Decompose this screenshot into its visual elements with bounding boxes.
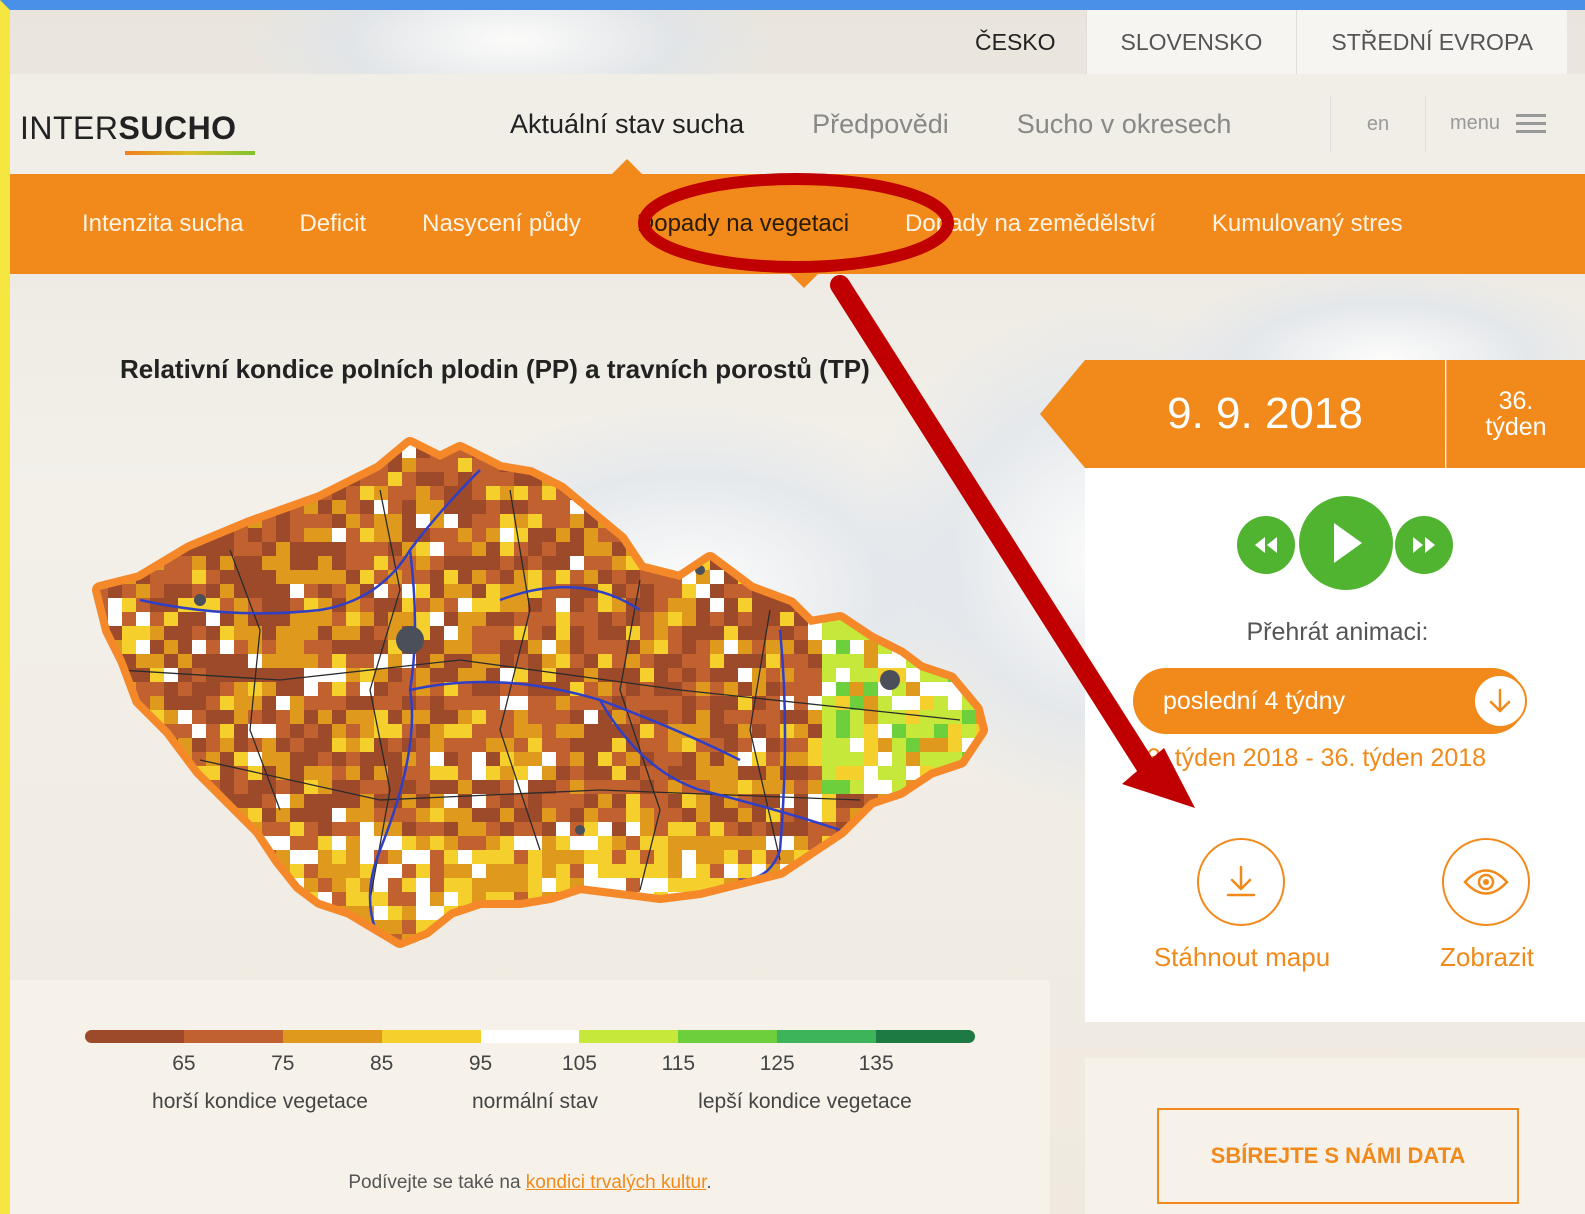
- legend-panel: 65 75 85 95 105 115 125 135 horší kondice veget…: [10, 980, 1050, 1214]
- legend-tick-label: 65: [172, 1052, 196, 1075]
- collect-data-button[interactable]: SBÍREJTE S NÁMI DATA: [1157, 1108, 1519, 1204]
- menu-label: menu: [1450, 112, 1501, 134]
- subnav-deficit[interactable]: Deficit: [299, 210, 366, 238]
- legend-color-segment: [183, 1030, 283, 1043]
- legend-color-segment: [876, 1030, 975, 1043]
- legend-tick-label: 135: [858, 1052, 894, 1075]
- legend-tick-label: 85: [369, 1052, 394, 1075]
- view-map-label[interactable]: Zobrazit: [1440, 942, 1534, 973]
- nav-predpovedi[interactable]: Předpovědi: [812, 109, 949, 140]
- nav-sucho-v-okresech[interactable]: Sucho v okresech: [1017, 109, 1232, 140]
- eye-icon: [1463, 869, 1509, 895]
- legend-color-segment: [480, 1030, 580, 1043]
- week-badge: 36. týden: [1446, 360, 1585, 468]
- intersucho-logo[interactable]: INTERSUCHO: [20, 110, 255, 155]
- legend-color-segment: [777, 1030, 877, 1043]
- collect-data-panel: SBÍREJTE S NÁMI DATA: [1085, 1058, 1585, 1214]
- current-date: 9. 9. 2018: [1085, 360, 1445, 468]
- language-switch[interactable]: en: [1330, 96, 1426, 152]
- tab-cesko[interactable]: ČESKO: [945, 10, 1086, 74]
- download-icon: [1226, 865, 1256, 897]
- menu-button[interactable]: menu: [1450, 109, 1547, 138]
- browser-viewport: ČESKO SLOVENSKO STŘEDNÍ EVROPA INTERSUCH…: [0, 0, 1585, 1214]
- subnav-active-caret: [790, 274, 818, 288]
- subnav-intenzita-sucha[interactable]: Intenzita sucha: [82, 210, 243, 238]
- map-cells: [100, 445, 980, 940]
- fast-forward-icon: [1413, 537, 1435, 553]
- legend-color-segment: [678, 1030, 778, 1043]
- download-map-button[interactable]: [1197, 838, 1285, 926]
- hamburger-icon: [1516, 109, 1547, 138]
- legend-color-segment: [381, 1030, 481, 1043]
- logo-text-sucho: SUCHO: [118, 110, 237, 146]
- tab-slovensko[interactable]: SLOVENSKO: [1085, 10, 1297, 74]
- see-also-line: Podívejte se také na kondici trvalých ku…: [10, 1172, 1050, 1194]
- tab-stredni-evropa[interactable]: STŘEDNÍ EVROPA: [1296, 10, 1567, 74]
- site-header: INTERSUCHO Aktuální stav sucha Předpověd…: [10, 74, 1585, 175]
- animation-period-select[interactable]: poslední 4 týdny: [1133, 668, 1527, 734]
- subnav-dopady-na-zemedelstvi[interactable]: Dopady na zemědělství: [905, 210, 1156, 238]
- logo-text-inter: INTER: [20, 110, 119, 146]
- drought-map[interactable]: [80, 430, 1000, 970]
- see-also-link[interactable]: kondici trvalých kultur: [526, 1172, 707, 1193]
- region-tabs: ČESKO SLOVENSKO STŘEDNÍ EVROPA: [945, 10, 1567, 74]
- logo-underline: [125, 151, 255, 155]
- subnav-nasyceni-pudy[interactable]: Nasycení půdy: [422, 210, 581, 238]
- rewind-icon: [1255, 537, 1277, 553]
- legend-color-scale: [85, 1030, 975, 1043]
- week-number: 36.: [1498, 387, 1534, 415]
- legend-tick-label: 105: [561, 1052, 597, 1075]
- legend-color-segment: [85, 1030, 184, 1043]
- player-panel: Přehrát animaci: poslední 4 týdny 33. tý…: [1085, 468, 1585, 1022]
- legend-tick-label: 95: [468, 1052, 493, 1075]
- main-nav: Aktuální stav sucha Předpovědi Sucho v o…: [510, 74, 1299, 175]
- legend-color-segment: [579, 1030, 679, 1043]
- rewind-button[interactable]: [1237, 516, 1295, 574]
- week-word: týden: [1485, 413, 1547, 441]
- date-banner-arrow: [1040, 360, 1085, 468]
- legend-caption-worse: horší kondice vegetace: [152, 1090, 368, 1113]
- view-map-button[interactable]: [1442, 838, 1530, 926]
- fast-forward-button[interactable]: [1395, 516, 1453, 574]
- sub-nav: Intenzita sucha Deficit Nasycení půdy Do…: [10, 174, 1585, 274]
- legend-tick-label: 75: [271, 1052, 295, 1075]
- play-icon: [1334, 523, 1362, 563]
- animation-label: Přehrát animaci:: [1246, 618, 1429, 646]
- see-also-suffix: .: [706, 1172, 712, 1193]
- download-map-label[interactable]: Stáhnout mapu: [1154, 942, 1330, 973]
- chevron-down-icon: [1473, 674, 1527, 728]
- legend-tick-label: 125: [759, 1052, 795, 1075]
- play-button[interactable]: [1299, 496, 1393, 590]
- legend-tick-label: 115: [661, 1052, 696, 1075]
- nav-aktualni-stav[interactable]: Aktuální stav sucha: [510, 109, 744, 175]
- legend-color-segment: [282, 1030, 382, 1043]
- subnav-dopady-na-vegetaci[interactable]: Dopady na vegetaci: [637, 210, 849, 238]
- legend-caption-better: lepší kondice vegetace: [698, 1090, 912, 1113]
- animation-range: 33. týden 2018 - 36. týden 2018: [1133, 744, 1487, 772]
- subnav-kumulovany-stres[interactable]: Kumulovaný stres: [1212, 210, 1403, 238]
- see-also-prefix: Podívejte se také na: [348, 1172, 526, 1193]
- date-banner: 9. 9. 2018 36. týden: [1040, 360, 1585, 468]
- legend-caption-normal: normální stav: [471, 1090, 599, 1113]
- animation-period-value: poslední 4 týdny: [1163, 686, 1346, 715]
- map-title: Relativní kondice polních plodin (PP) a …: [120, 354, 870, 384]
